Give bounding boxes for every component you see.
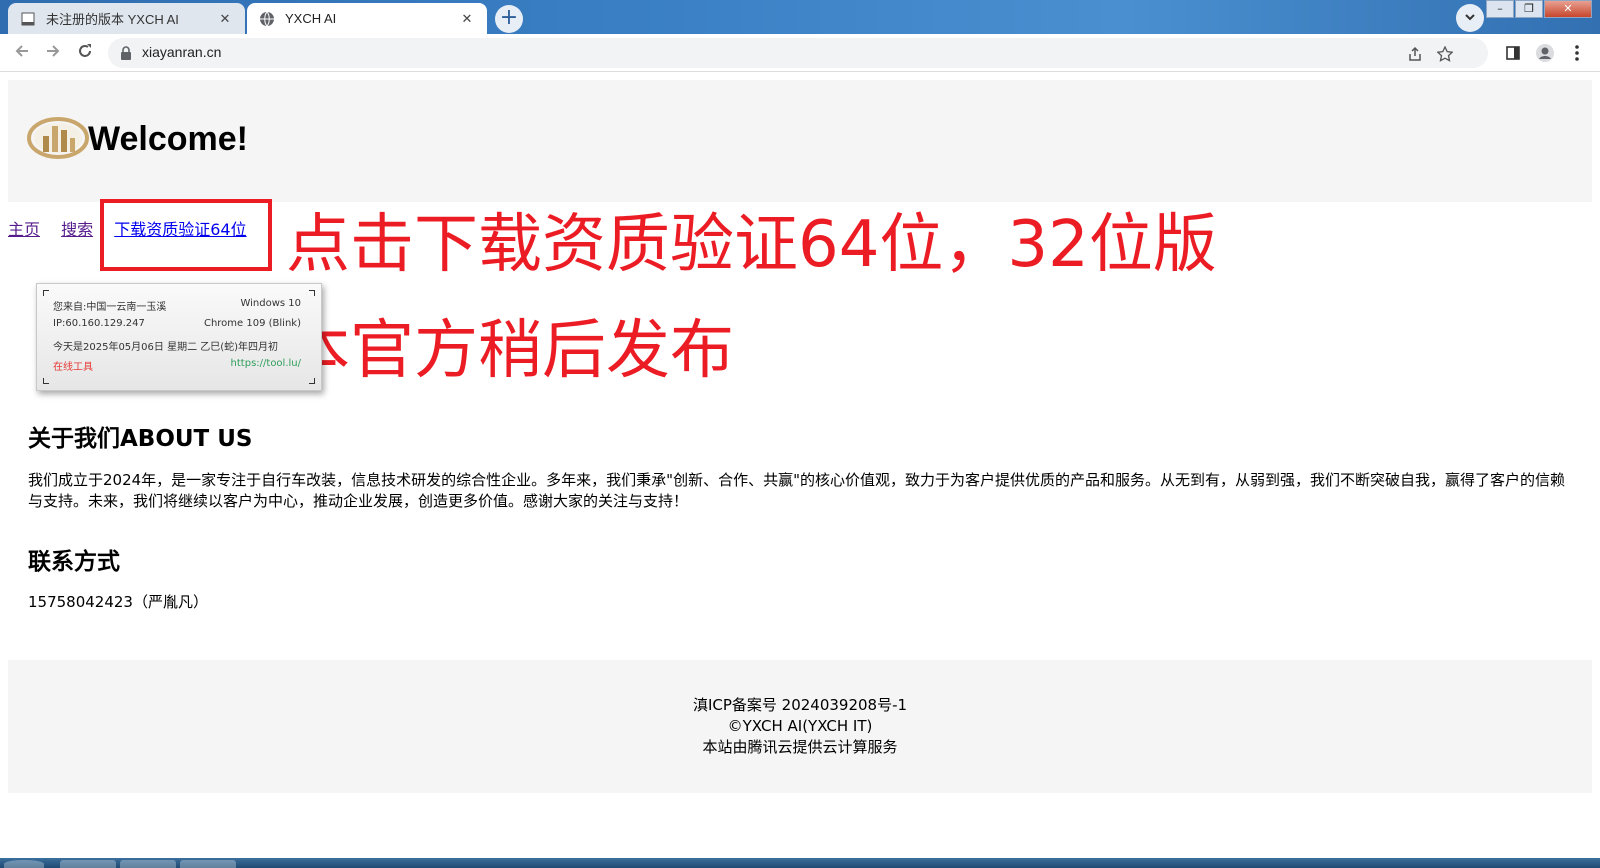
address-bar[interactable]: xiayanran.cn: [108, 38, 1488, 68]
visitor-date: 今天是2025年05月06日 星期二 乙巳(蛇)年四月初: [53, 342, 279, 353]
logo-icon: [27, 116, 89, 160]
forward-icon: [44, 42, 62, 65]
browser-toolbar: xiayanran.cn: [0, 34, 1600, 72]
back-icon: [13, 42, 31, 65]
side-panel-icon[interactable]: [1503, 43, 1523, 63]
profile-icon[interactable]: [1535, 43, 1555, 63]
close-icon[interactable]: ✕: [459, 11, 475, 27]
window-controls: – ❐ ✕: [1485, 0, 1592, 20]
visitor-location: 您来自:中国一云南一玉溪: [53, 302, 167, 313]
visitor-ip: IP:60.160.129.247: [53, 318, 145, 329]
tab-yxch-ai[interactable]: YXCH AI ✕: [247, 3, 487, 34]
share-icon[interactable]: [1406, 45, 1424, 63]
menu-icon[interactable]: [1567, 43, 1587, 63]
about-text: 我们成立于2024年，是一家专注于自行车改装，信息技术研发的综合性企业。多年来，…: [28, 471, 1565, 510]
visitor-os: Windows 10: [240, 298, 301, 309]
taskbar-item[interactable]: [60, 860, 116, 868]
tab-title: YXCH AI: [285, 11, 337, 26]
close-icon[interactable]: ✕: [217, 11, 233, 27]
icp-record[interactable]: 滇ICP备案号 2024039208号-1: [8, 695, 1592, 716]
minimize-button[interactable]: –: [1486, 0, 1514, 18]
restore-button[interactable]: ❐: [1515, 0, 1543, 18]
page-viewport: Welcome! 主页 搜索 下载资质验证64位 点击下载资质验证64位，32位…: [0, 73, 1600, 858]
globe-icon: [259, 11, 275, 27]
reload-icon: [76, 42, 94, 65]
tab-title: 未注册的版本 YXCH AI: [46, 12, 179, 27]
page-icon: [20, 11, 36, 27]
hosting-text: 本站由腾讯云提供云计算服务: [702, 738, 898, 756]
nav-home-link[interactable]: 主页: [8, 220, 40, 239]
back-button[interactable]: [10, 41, 34, 65]
annotation-highlight-box: [100, 199, 272, 271]
taskbar-item[interactable]: [180, 860, 236, 868]
visitor-info-widget: 您来自:中国一云南一玉溪 Windows 10 IP:60.160.129.24…: [36, 283, 322, 391]
taskbar-item[interactable]: [120, 860, 176, 868]
chevron-down-icon: [1463, 9, 1477, 28]
page-footer: 滇ICP备案号 2024039208号-1 ©YXCH AI(YXCH IT) …: [8, 660, 1592, 793]
online-tools-link[interactable]: https://tool.lu/: [231, 358, 301, 373]
reload-button[interactable]: [73, 41, 97, 65]
lock-icon[interactable]: [120, 45, 132, 64]
os-taskbar: [0, 858, 1600, 868]
annotation-text-line-2: 本官方稍后发布: [286, 314, 734, 388]
copyright-text: ©YXCH AI(YXCH IT): [727, 717, 873, 735]
nav-search-link[interactable]: 搜索: [61, 220, 93, 239]
annotation-text-line-1: 点击下载资质验证64位，32位版: [286, 208, 1217, 282]
page-title: Welcome!: [88, 120, 248, 158]
star-icon[interactable]: [1436, 45, 1454, 63]
contact-heading: 联系方式: [28, 549, 120, 575]
tab-unregistered[interactable]: 未注册的版本 YXCH AI ✕: [8, 3, 245, 34]
visitor-browser: Chrome 109 (Blink): [203, 318, 301, 329]
close-window-button[interactable]: ✕: [1544, 0, 1592, 18]
tab-strip: 未注册的版本 YXCH AI ✕ YXCH AI ✕ + – ❐ ✕: [0, 0, 1600, 34]
tab-search-button[interactable]: [1456, 4, 1484, 32]
url-text[interactable]: xiayanran.cn: [142, 44, 221, 60]
contact-text: 15758042423（严胤凡）: [28, 593, 208, 611]
new-tab-button[interactable]: +: [495, 5, 523, 33]
about-heading: 关于我们ABOUT US: [28, 426, 253, 452]
start-button[interactable]: [4, 860, 44, 868]
page-header: Welcome!: [8, 80, 1592, 202]
forward-button[interactable]: [41, 41, 65, 65]
online-tools-label[interactable]: 在线工具: [53, 358, 93, 373]
